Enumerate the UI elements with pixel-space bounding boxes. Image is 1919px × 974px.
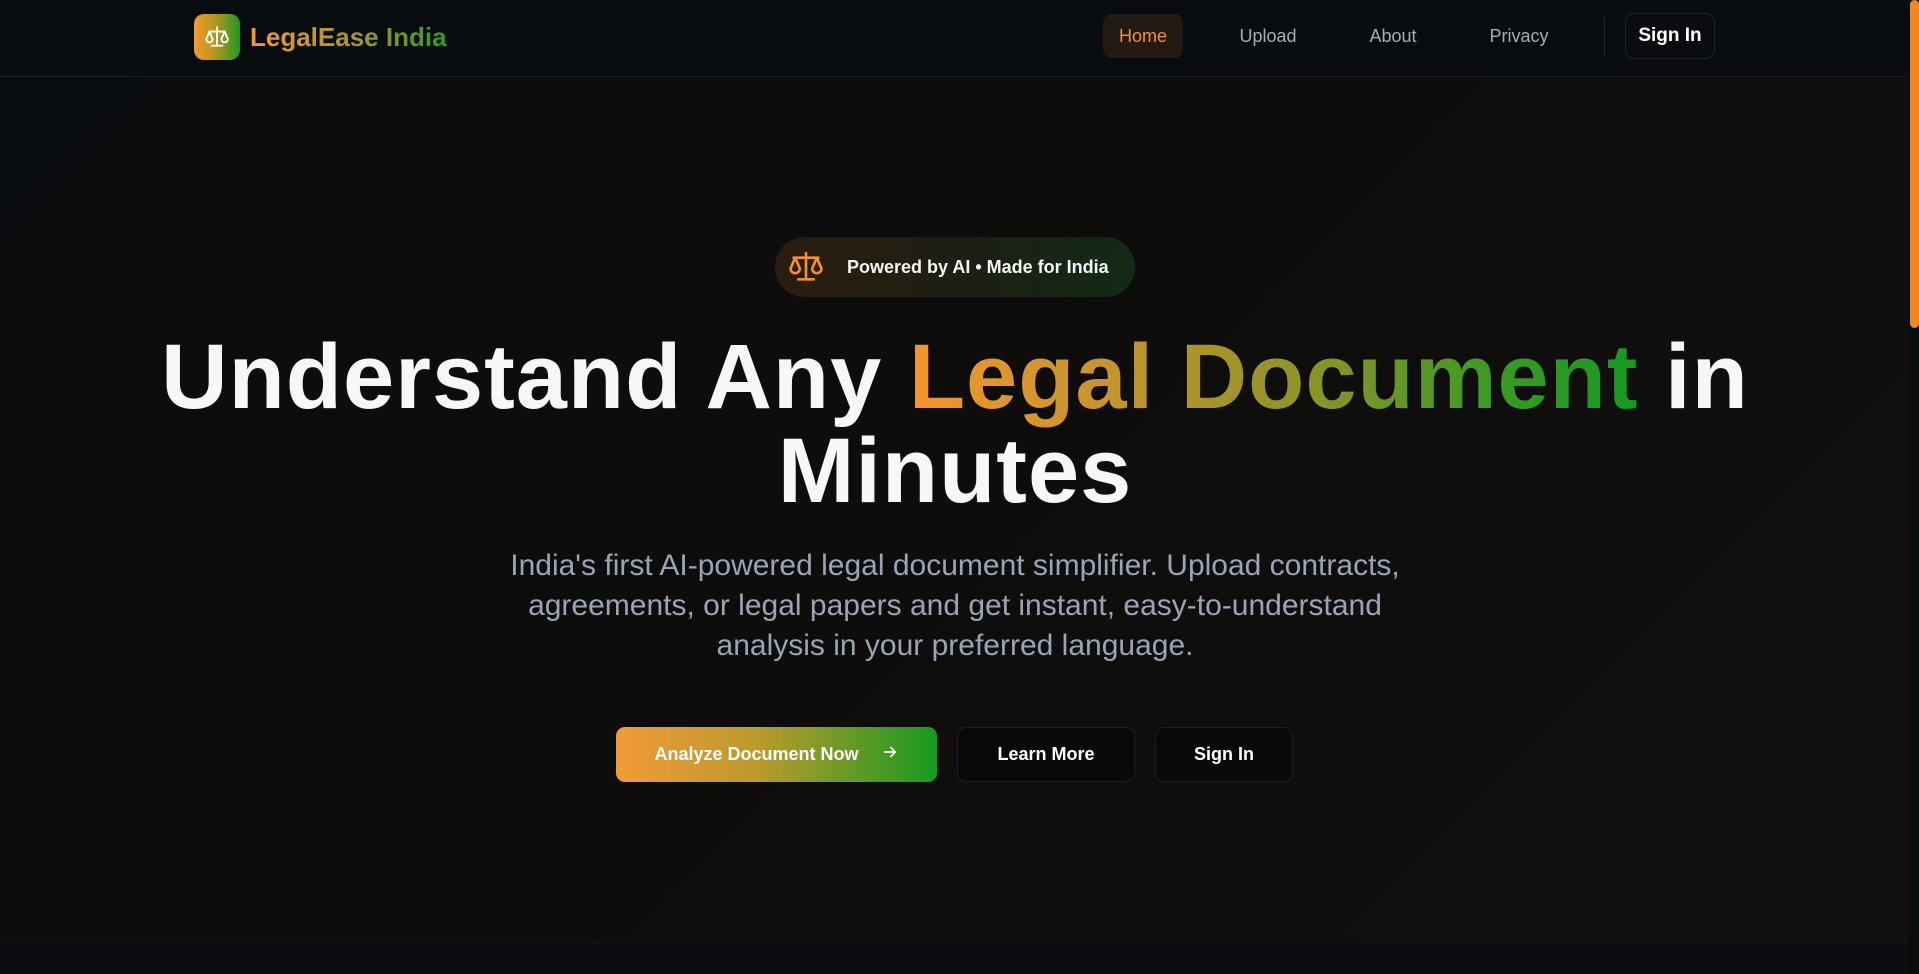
analyze-document-button[interactable]: Analyze Document Now [616,727,937,782]
arrow-right-icon [881,743,899,767]
hero-sign-in-button[interactable]: Sign In [1155,727,1293,782]
nav-privacy[interactable]: Privacy [1479,14,1559,58]
nav-sign-in-button[interactable]: Sign In [1625,13,1715,59]
scales-icon [194,14,240,60]
landing-page: LegalEase India Home Upload About Privac… [0,0,1919,974]
scrollbar-thumb[interactable] [1910,0,1919,328]
brand-name: LegalEase India [250,21,447,52]
next-section-edge [0,942,1908,974]
badge-text: Powered by AI • Made for India [847,256,1109,277]
headline-highlight: Legal Document [908,326,1639,428]
page-scrollbar[interactable] [1908,0,1919,974]
hero-headline: Understand Any Legal Document in Minutes [100,330,1810,518]
top-navbar: LegalEase India Home Upload About Privac… [0,0,1908,77]
nav-divider [1604,17,1605,57]
headline-part1: Understand Any [161,326,909,428]
hero-badge: Powered by AI • Made for India [775,237,1135,297]
nav-about[interactable]: About [1353,14,1433,58]
brand[interactable]: LegalEase India [194,14,447,60]
learn-more-button[interactable]: Learn More [957,727,1135,782]
nav-home[interactable]: Home [1103,14,1183,58]
scales-icon [785,246,827,288]
nav-upload[interactable]: Upload [1228,14,1308,58]
analyze-document-label: Analyze Document Now [654,744,859,764]
hero-subtitle: India's first AI-powered legal document … [510,549,1400,662]
